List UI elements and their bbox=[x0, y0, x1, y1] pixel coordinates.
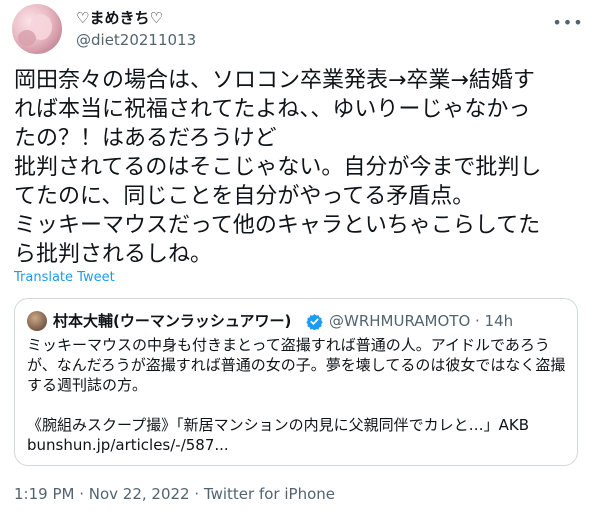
quoted-tweet-text: ミッキーマウスの中身も付きまとって盗撮すれば普通の人。アイドルであろう が、なん… bbox=[27, 335, 567, 455]
verified-badge-icon bbox=[306, 314, 323, 330]
translate-tweet-link[interactable]: Translate Tweet bbox=[14, 270, 115, 286]
tweet-text-line: たの？！はあるだろうけど bbox=[14, 126, 277, 151]
quoted-author-avatar bbox=[27, 311, 47, 331]
tweet-timestamp: 1:19 PM · Nov 22, 2022 · Twitter for iPh… bbox=[14, 484, 335, 504]
quoted-author-handle-time: @WRHMURAMOTO · 14h bbox=[329, 312, 514, 330]
tweet-text-line: ミッキーマウスだって他のキャラといちゃこらしてた bbox=[14, 213, 541, 238]
quoted-text-line: が、なんだろうが盗撮すれば普通の女の子。夢を壊してるのは彼女ではなく盗撮 bbox=[27, 356, 566, 374]
author-avatar[interactable] bbox=[12, 4, 62, 54]
quoted-tweet[interactable]: 村本大輔(ウーマンラッシュアワー) @WRHMURAMOTO · 14h ミッキ… bbox=[14, 298, 578, 466]
tweet-text: 岡田奈々の場合は、ソロコン卒業発表→卒業→結婚す れば本当に祝福されてたよね、、… bbox=[14, 66, 582, 269]
avatar-shape bbox=[18, 30, 36, 46]
tweet-text-line: れば本当に祝福されてたよね、、ゆいりーじゃなかっ bbox=[14, 97, 531, 122]
quoted-author-display-name: 村本大輔(ウーマンラッシュアワー) bbox=[53, 312, 292, 330]
separator: · bbox=[189, 485, 204, 503]
tweet-time-link[interactable]: 1:19 PM bbox=[14, 485, 74, 503]
tweet-text-line: てたのに、同じことを自分がやってる矛盾点。 bbox=[14, 184, 475, 209]
tweet-text-line: ら批判されるしね。 bbox=[14, 242, 213, 267]
quoted-text-line: ミッキーマウスの中身も付きまとって盗撮すれば普通の人。アイドルであろう bbox=[27, 336, 550, 354]
separator: · bbox=[74, 485, 89, 503]
tweet-text-line: 批判されてるのはそこじゃない。自分が今まで批判し bbox=[14, 155, 542, 180]
author-handle[interactable]: @diet20211013 bbox=[76, 30, 196, 50]
author-display-name[interactable]: ♡まめきち♡ bbox=[76, 8, 163, 28]
tweet-date-link[interactable]: Nov 22, 2022 bbox=[89, 485, 190, 503]
tweet-source-link[interactable]: Twitter for iPhone bbox=[204, 485, 335, 503]
quoted-text-line: する週刊誌の方。 bbox=[27, 376, 148, 394]
more-horizontal-icon[interactable]: ••• bbox=[552, 12, 582, 32]
quoted-text-line bbox=[27, 395, 567, 415]
tweet: ♡まめきち♡ @diet20211013 ••• 岡田奈々の場合は、ソロコン卒業… bbox=[0, 0, 592, 516]
tweet-text-line: 岡田奈々の場合は、ソロコン卒業発表→卒業→結婚す bbox=[14, 68, 535, 93]
quoted-text-line: 《腕組みスクープ撮》「新居マンションの内見に父親同伴でカレと…」AKB bbox=[27, 416, 529, 434]
quoted-link-text: bunshun.jp/articles/-/587... bbox=[27, 436, 229, 454]
